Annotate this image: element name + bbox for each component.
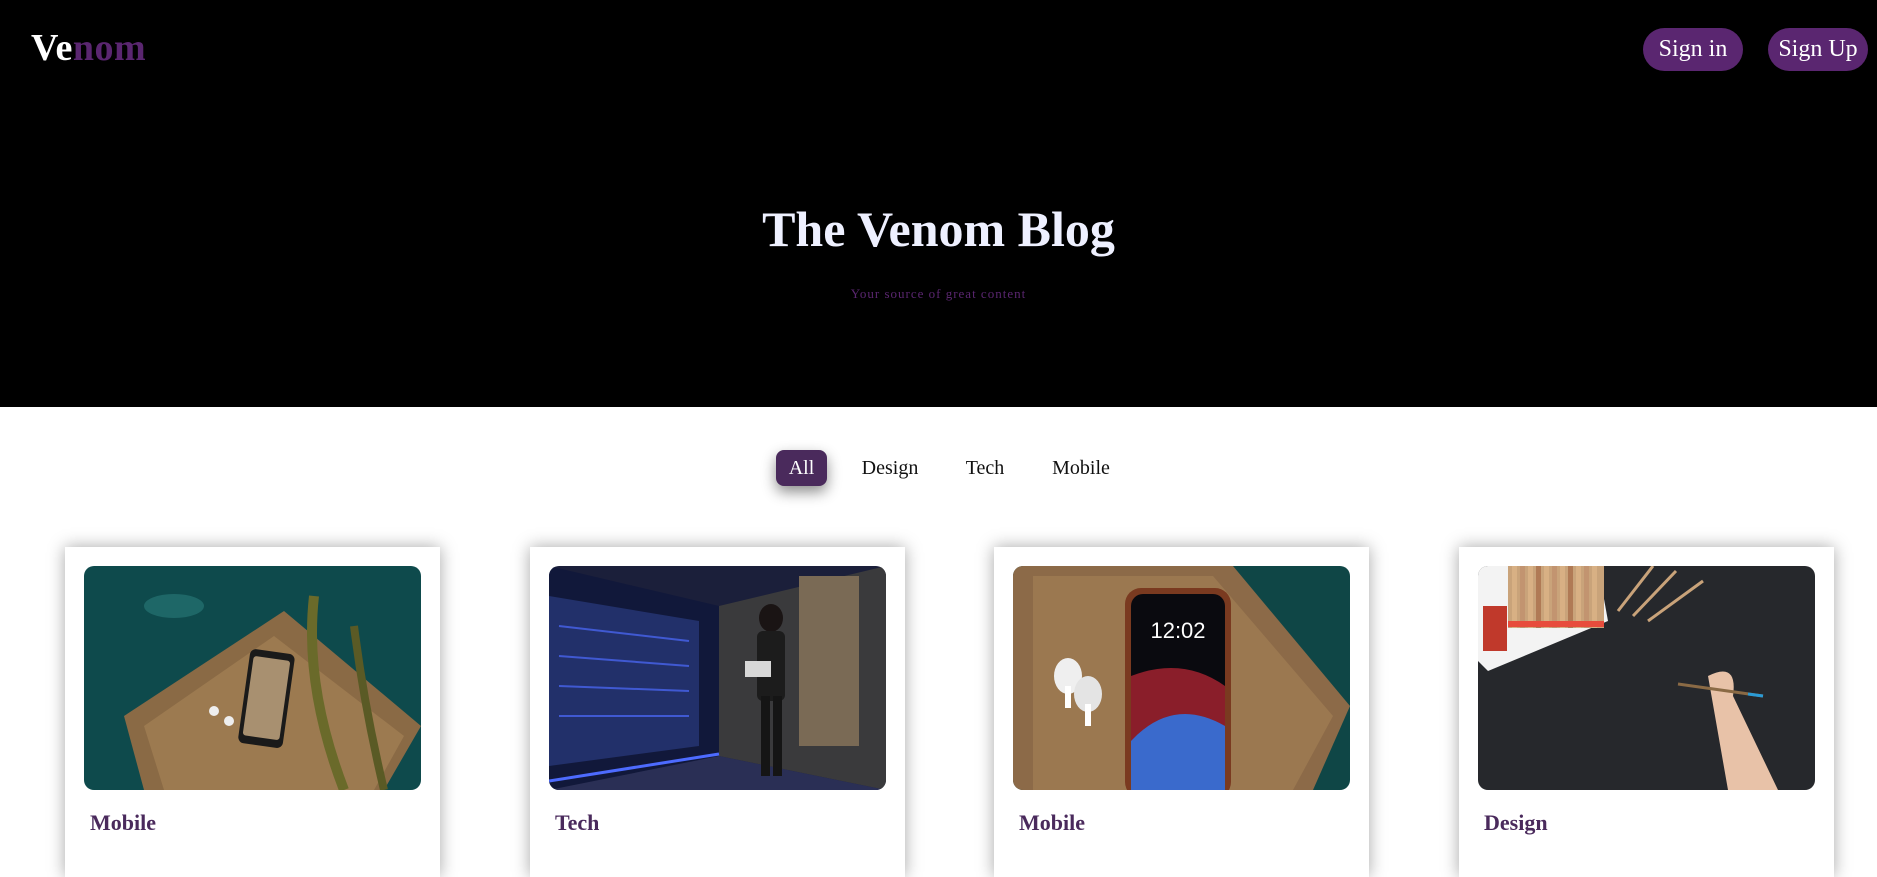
svg-text:12:02: 12:02 — [1150, 618, 1205, 643]
logo-text-part1: Ve — [31, 27, 73, 69]
category-filter-bar: All Design Tech Mobile — [0, 450, 1877, 486]
filter-all[interactable]: All — [776, 450, 827, 486]
post-category: Mobile — [90, 810, 156, 835]
post-category: Tech — [555, 810, 600, 835]
page-subtitle: Your source of great content — [850, 286, 1027, 301]
post-card[interactable]: 12:02 Mobile — [994, 547, 1369, 877]
post-category: Design — [1484, 810, 1548, 835]
hero-section: Venom Sign in Sign Up The Venom Blog You… — [0, 0, 1877, 407]
sign-in-button[interactable]: Sign in — [1643, 28, 1743, 71]
post-card[interactable]: Design — [1459, 547, 1834, 877]
post-image[interactable] — [549, 566, 886, 790]
post-image[interactable] — [84, 566, 421, 790]
filter-design[interactable]: Design — [856, 450, 924, 486]
post-card[interactable]: Mobile — [65, 547, 440, 877]
sign-up-button[interactable]: Sign Up — [1768, 28, 1868, 71]
logo[interactable]: Venom — [31, 26, 146, 70]
post-category: Mobile — [1019, 810, 1085, 835]
post-image[interactable]: 12:02 — [1013, 566, 1350, 790]
post-card[interactable]: Tech — [530, 547, 905, 877]
filter-tech[interactable]: Tech — [963, 450, 1007, 486]
page-title: The Venom Blog — [762, 201, 1115, 257]
post-image[interactable] — [1478, 566, 1815, 790]
filter-mobile[interactable]: Mobile — [1048, 450, 1114, 486]
logo-text-part2: nom — [72, 27, 147, 69]
